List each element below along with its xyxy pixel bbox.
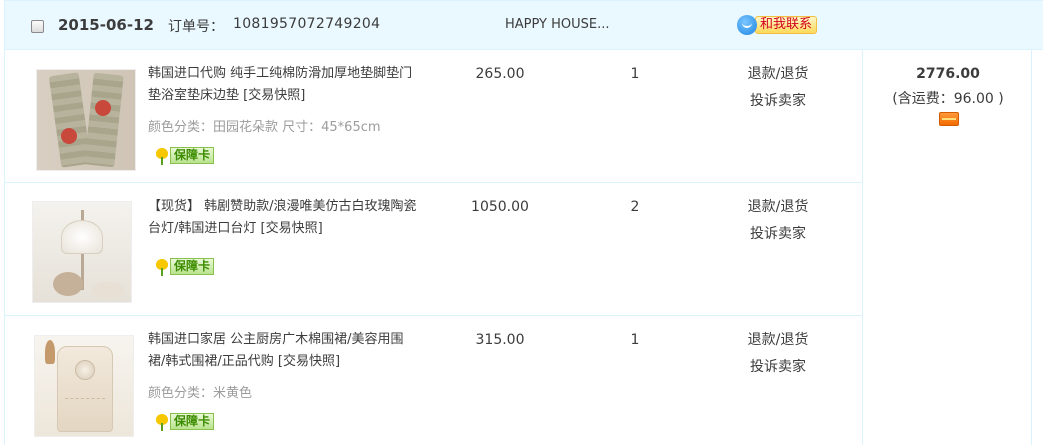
order-checkbox[interactable]	[31, 20, 44, 33]
order-card: 2015-06-12 订单号： 1081957072749204 HAPPY H…	[4, 0, 1043, 445]
guarantee-card-badge[interactable]: 保障卡	[153, 146, 215, 165]
order-item-row: 韩国进口家居 公主厨房广木棉围裙/美容用围裙/韩式围裙/正品代购 [交易快照] …	[4, 316, 862, 445]
product-sku: 颜色分类：田园花朵款 尺寸：45*65cm	[148, 120, 381, 135]
product-quantity: 1	[630, 332, 640, 348]
lamp-base	[91, 282, 125, 298]
product-price: 315.00	[475, 332, 525, 348]
product-quantity: 2	[630, 199, 640, 215]
spoon-image	[45, 340, 55, 364]
order-item-row: 【现货】 韩剧赞助款/浪漫唯美仿古白玫瑰陶瓷台灯/韩国进口台灯 [交易快照] 保…	[4, 183, 862, 316]
product-sku: 颜色分类：米黄色	[148, 386, 253, 401]
flower-icon	[153, 413, 171, 431]
card-icon[interactable]	[939, 112, 959, 126]
product-price: 1050.00	[471, 199, 529, 215]
product-title-link[interactable]: 韩国进口家居 公主厨房广木棉围裙/美容用围裙/韩式围裙/正品代购 [交易快照]	[148, 329, 418, 373]
product-title-link[interactable]: 【现货】 韩剧赞助款/浪漫唯美仿古白玫瑰陶瓷台灯/韩国进口台灯 [交易快照]	[148, 196, 418, 240]
order-header: 2015-06-12 订单号： 1081957072749204 HAPPY H…	[4, 0, 1043, 50]
guarantee-card-badge[interactable]: 保障卡	[153, 412, 215, 431]
order-number: 1081957072749204	[233, 16, 381, 32]
apron-pocket	[65, 398, 105, 420]
heart-motif	[61, 128, 77, 144]
flower-icon	[153, 258, 171, 276]
lamp-shade	[61, 220, 103, 254]
refund-link[interactable]: 退款/退货	[738, 61, 818, 88]
mat-image	[84, 72, 124, 168]
flower-icon	[153, 147, 171, 165]
contact-seller-label: 和我联系	[755, 16, 818, 34]
order-total: 2776.00	[916, 66, 980, 82]
contact-seller-button[interactable]: 和我联系	[737, 13, 818, 37]
refund-link[interactable]: 退款/退货	[738, 194, 818, 221]
rose-motif	[75, 360, 95, 380]
shop-name-link[interactable]: HAPPY HOUSE...	[505, 17, 610, 32]
product-title-link[interactable]: 韩国进口代购 纯手工纯棉防滑加厚地垫脚垫门垫浴室垫床边垫 [交易快照]	[148, 63, 418, 107]
product-thumbnail[interactable]	[32, 201, 132, 303]
order-item-row: 韩国进口代购 纯手工纯棉防滑加厚地垫脚垫门垫浴室垫床边垫 [交易快照] 颜色分类…	[4, 50, 862, 183]
product-quantity: 1	[630, 66, 640, 82]
order-total-column: 2776.00 (含运费：96.00 )	[862, 50, 1032, 445]
product-thumbnail[interactable]	[36, 69, 136, 171]
item-actions: 退款/退货 投诉卖家	[738, 194, 818, 248]
lamp-base	[53, 272, 83, 296]
product-thumbnail[interactable]	[34, 335, 134, 437]
order-number-label: 订单号：	[168, 19, 224, 35]
chat-bubble-icon	[737, 15, 757, 35]
guarantee-card-label: 保障卡	[170, 147, 215, 164]
complain-seller-link[interactable]: 投诉卖家	[738, 354, 818, 381]
refund-link[interactable]: 退款/退货	[738, 327, 818, 354]
guarantee-card-label: 保障卡	[170, 258, 215, 275]
product-price: 265.00	[475, 66, 525, 82]
shipping-fee: (含运费：96.00 )	[892, 91, 1004, 107]
item-actions: 退款/退货 投诉卖家	[738, 61, 818, 115]
guarantee-card-label: 保障卡	[170, 413, 215, 430]
item-actions: 退款/退货 投诉卖家	[738, 327, 818, 381]
guarantee-card-badge[interactable]: 保障卡	[153, 257, 215, 276]
complain-seller-link[interactable]: 投诉卖家	[738, 221, 818, 248]
order-date: 2015-06-12	[58, 16, 154, 34]
complain-seller-link[interactable]: 投诉卖家	[738, 88, 818, 115]
heart-motif	[95, 100, 111, 116]
